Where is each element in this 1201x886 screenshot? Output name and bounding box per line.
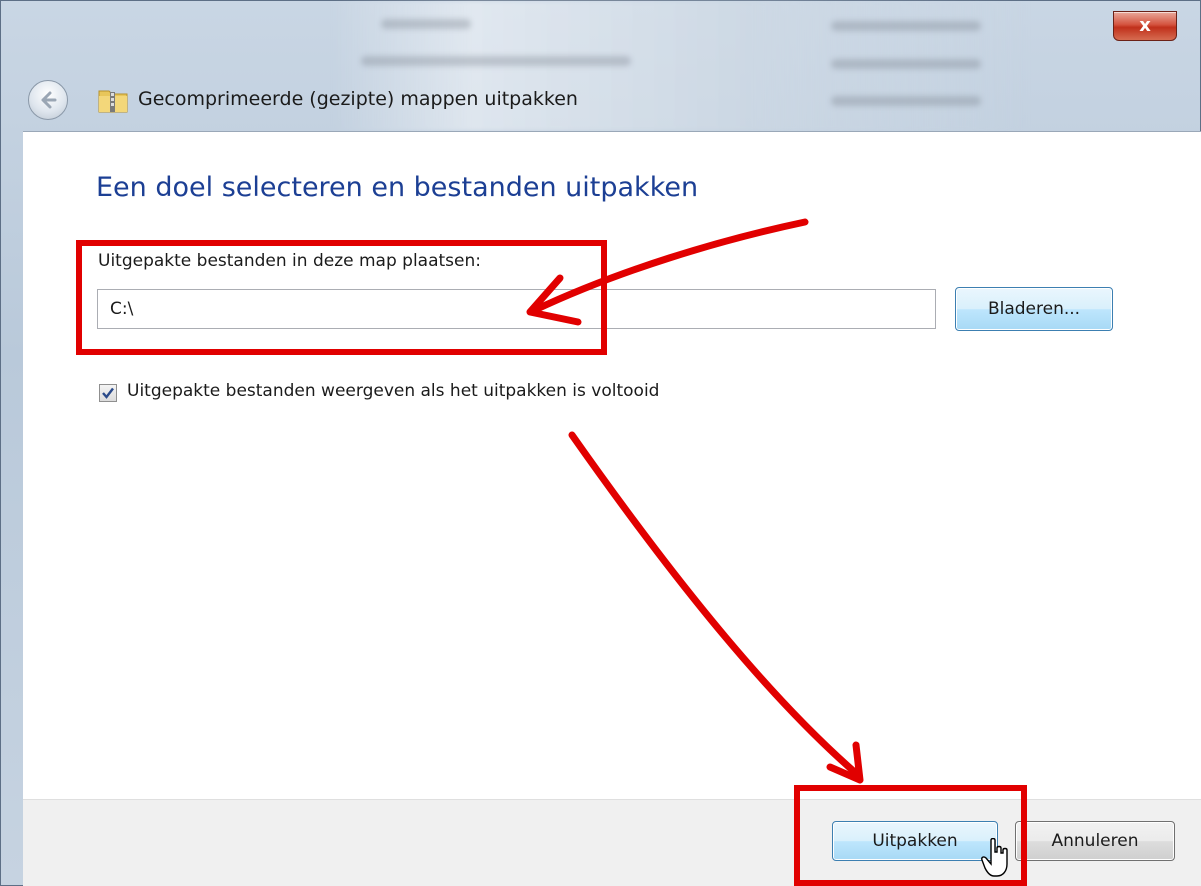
close-icon: x xyxy=(1139,15,1151,36)
highlight-box-extract xyxy=(794,785,1027,886)
content-pane xyxy=(23,131,1201,799)
glass-blur-line xyxy=(831,21,981,31)
close-button[interactable]: x xyxy=(1113,11,1177,41)
glass-blur-line xyxy=(831,59,981,69)
cancel-button[interactable]: Annuleren xyxy=(1015,821,1175,861)
show-files-checkbox[interactable] xyxy=(99,384,117,402)
back-button[interactable] xyxy=(28,80,68,120)
highlight-box-destination xyxy=(76,240,607,355)
browse-button[interactable]: Bladeren... xyxy=(955,287,1113,331)
back-arrow-icon xyxy=(41,91,57,109)
page-heading: Een doel selecteren en bestanden uitpakk… xyxy=(96,172,699,203)
checkmark-icon xyxy=(102,387,114,399)
show-files-label[interactable]: Uitgepakte bestanden weergeven als het u… xyxy=(127,381,659,401)
glass-blur-line xyxy=(361,56,631,66)
zip-folder-icon xyxy=(98,90,128,113)
glass-blur-line xyxy=(381,19,471,29)
window-title: Gecomprimeerde (gezipte) mappen uitpakke… xyxy=(138,88,578,110)
glass-blur-line xyxy=(831,96,981,106)
